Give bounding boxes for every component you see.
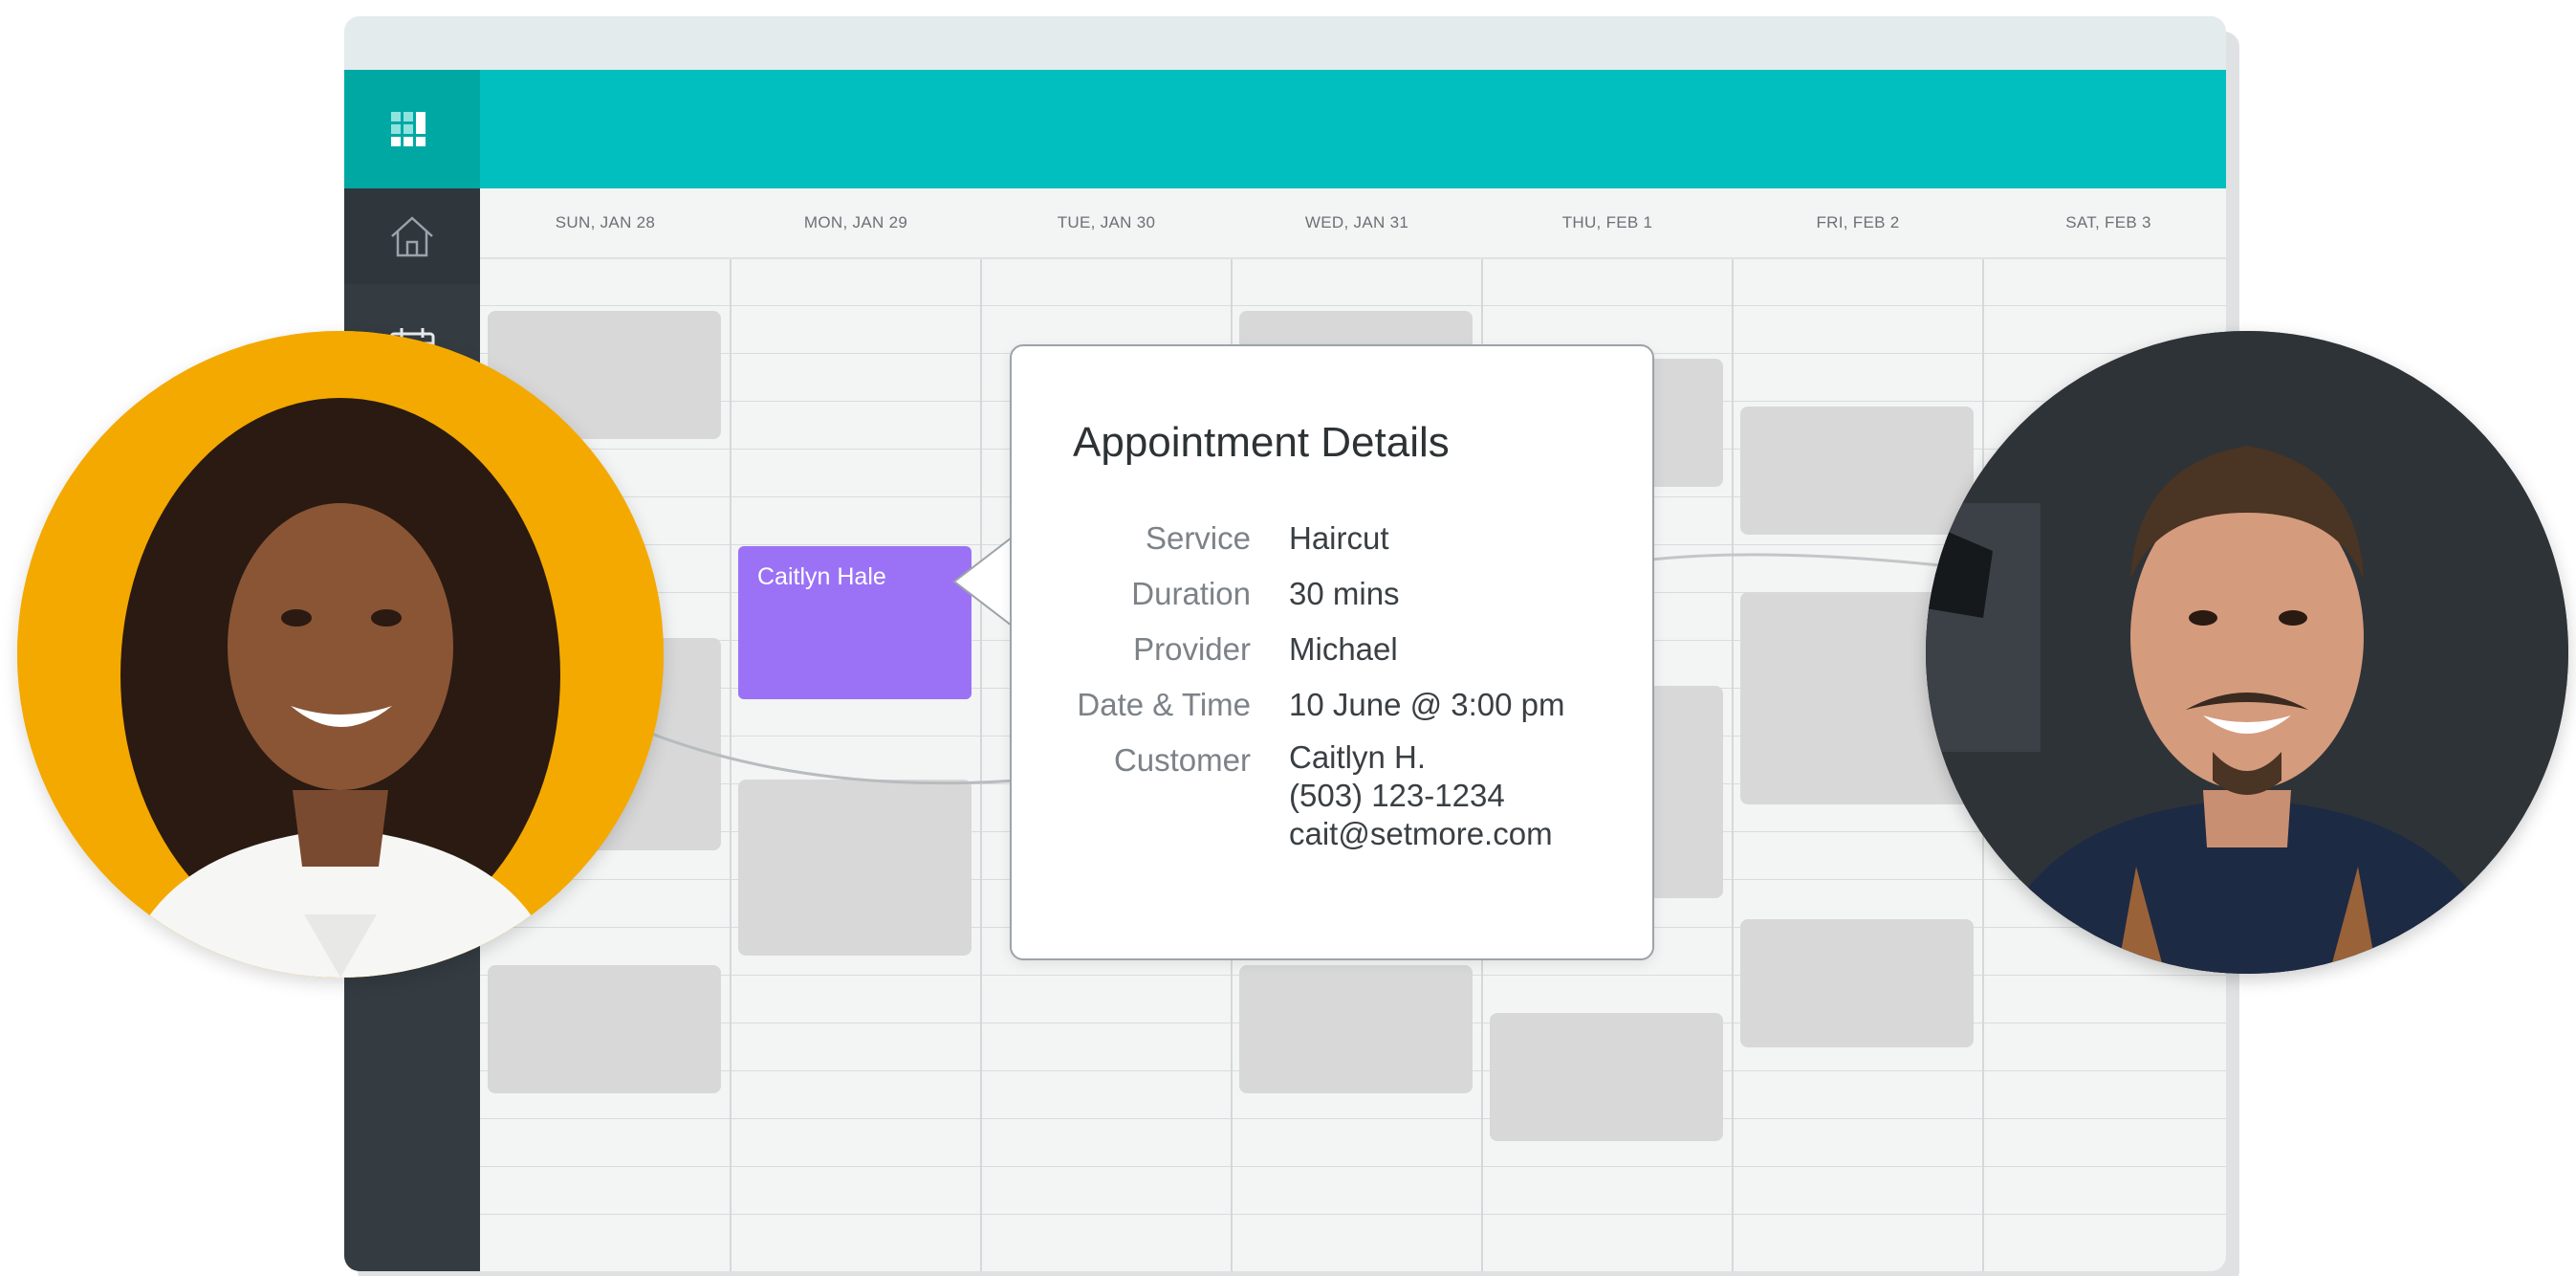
provider-avatar <box>1926 331 2568 974</box>
customer-photo <box>17 331 664 978</box>
popup-title: Appointment Details <box>1073 419 1450 466</box>
customer-name: Caitlyn H. <box>1289 739 1427 775</box>
customer-label: Customer <box>1113 742 1251 778</box>
duration-label: Duration <box>1131 576 1251 611</box>
service-label: Service <box>1145 520 1251 556</box>
popup-pointer <box>952 534 1014 629</box>
customer-avatar <box>17 331 664 978</box>
customer-email[interactable]: cait@setmore.com <box>1289 815 1553 853</box>
customer-phone[interactable]: (503) 123-1234 <box>1289 777 1505 815</box>
service-value: Haircut <box>1289 520 1389 556</box>
provider-value: Michael <box>1289 631 1398 667</box>
datetime-label: Date & Time <box>1077 687 1251 722</box>
duration-value: 30 mins <box>1289 576 1400 611</box>
provider-photo <box>1926 331 2568 974</box>
provider-label: Provider <box>1133 631 1251 667</box>
datetime-value: 10 June @ 3:00 pm <box>1289 687 1565 722</box>
appointment-details-popup: Appointment Details Service Haircut Dura… <box>1010 344 1654 960</box>
